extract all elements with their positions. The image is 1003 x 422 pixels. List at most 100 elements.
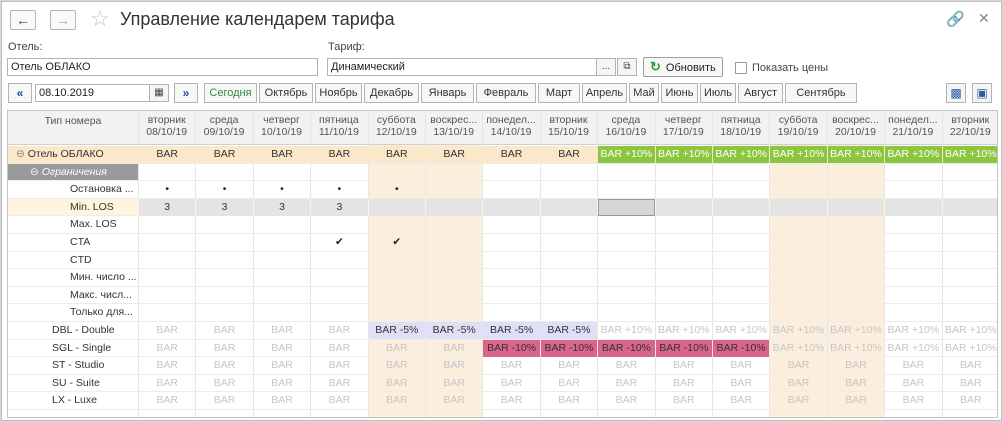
day-header[interactable]: пятница 18/10/19 [712,114,769,144]
rate-cell[interactable]: BAR [369,392,425,409]
rate-cell[interactable] [541,181,597,198]
rate-cell[interactable] [426,164,482,181]
rate-cell[interactable] [598,198,655,216]
back-button[interactable]: ← [10,10,36,30]
rate-cell[interactable] [483,252,539,269]
rate-cell[interactable]: BAR +10% [827,146,885,163]
table-row[interactable]: Остановка ... • • • • • [8,181,997,199]
collapse-toggle-icon[interactable]: ⊖ [16,148,28,160]
month-button[interactable]: Июнь [661,83,698,103]
rate-cell[interactable]: BAR [598,392,654,409]
rate-cell[interactable]: BAR +10% [885,322,941,339]
rate-cell[interactable] [426,252,482,269]
rate-cell[interactable]: ✔ [311,234,367,251]
month-button[interactable]: Октябрь [259,83,313,103]
rate-cell[interactable]: BAR [311,375,367,392]
rate-cell[interactable] [943,216,997,233]
rate-cell[interactable] [656,234,712,251]
table-row[interactable]: LX - Luxe BAR BAR BAR BAR BAR BAR BAR BAR BAR BAR B… [8,392,997,410]
rate-cell[interactable]: BAR [713,392,769,409]
rate-cell[interactable]: BAR +10% [885,146,942,163]
rate-cell[interactable]: BAR -5% [540,322,598,339]
rate-cell[interactable] [483,198,540,216]
rate-cell[interactable]: BAR [426,357,482,374]
rate-cell[interactable]: BAR [426,392,482,409]
rate-cell[interactable]: BAR [770,357,826,374]
rate-cell[interactable] [885,304,941,321]
month-button[interactable]: Август [738,83,783,103]
month-button[interactable]: Сентябрь [785,83,857,103]
rate-cell[interactable] [369,216,425,233]
month-button[interactable]: Март [538,83,580,103]
rate-cell[interactable]: BAR [254,375,310,392]
rate-cell[interactable]: BAR +10% [655,146,712,163]
day-header[interactable]: среда 16/10/19 [597,114,654,144]
rate-cell[interactable] [770,287,826,304]
rate-cell[interactable]: BAR -10% [483,339,540,357]
refresh-button[interactable]: ↻ Обновить [643,57,723,77]
rate-cell[interactable]: 3 [253,198,311,216]
rate-cell[interactable] [598,181,654,198]
rate-cell[interactable] [139,164,195,181]
rate-cell[interactable] [541,287,597,304]
rate-cell[interactable] [196,216,252,233]
tariff-field[interactable]: Динамический [327,58,597,76]
hotel-field[interactable]: Отель ОБЛАКО [7,58,318,76]
collapse-toggle-icon[interactable]: ⊖ [30,166,42,178]
rate-cell[interactable] [426,216,482,233]
rate-cell[interactable]: BAR -5% [426,322,483,339]
rate-cell[interactable] [713,269,769,286]
rate-cell[interactable]: BAR +10% [598,146,655,163]
rate-cell[interactable]: BAR [828,392,884,409]
rate-cell[interactable] [139,287,195,304]
rate-cell[interactable]: BAR +10% [943,340,997,357]
rate-cell[interactable] [196,164,252,181]
day-header[interactable]: воскрес... 13/10/19 [425,114,482,144]
rate-cell[interactable]: BAR [254,392,310,409]
table-row[interactable]: ⊖ Отель ОБЛАКО BAR BAR BAR BAR BAR BAR BAR BAR BA… [8,146,997,164]
rate-cell[interactable] [541,252,597,269]
rate-cell[interactable]: • [139,181,195,198]
rate-cell[interactable]: ✔ [369,234,425,251]
rate-cell[interactable] [254,304,310,321]
day-header[interactable]: среда 09/10/19 [195,114,252,144]
rate-cell[interactable]: BAR [828,375,884,392]
rate-cell[interactable]: BAR -10% [598,339,655,357]
rate-cell[interactable] [541,164,597,181]
month-button[interactable]: Январь [421,83,474,103]
rate-cell[interactable] [139,269,195,286]
rate-cell[interactable] [311,164,367,181]
rate-cell[interactable] [885,269,941,286]
rate-cell[interactable]: BAR [541,357,597,374]
rate-cell[interactable]: BAR [196,375,252,392]
rate-cell[interactable] [656,287,712,304]
rate-cell[interactable]: • [196,181,252,198]
rate-cell[interactable] [713,181,769,198]
rate-cell[interactable]: BAR [426,340,482,357]
rate-cell[interactable] [483,304,539,321]
rate-cell[interactable]: • [254,181,310,198]
rate-cell[interactable] [541,216,597,233]
rate-cell[interactable] [541,269,597,286]
day-header[interactable]: вторник 15/10/19 [540,114,597,144]
rate-cell[interactable]: BAR +10% [828,322,884,339]
rate-cell[interactable] [311,216,367,233]
rate-cell[interactable]: BAR [311,392,367,409]
rate-cell[interactable] [139,216,195,233]
rate-cell[interactable]: BAR [139,375,195,392]
rate-cell[interactable] [770,269,826,286]
rate-cell[interactable] [311,252,367,269]
rate-cell[interactable] [426,304,482,321]
rate-cell[interactable] [656,164,712,181]
rate-cell[interactable] [943,287,997,304]
rate-cell[interactable] [483,216,539,233]
rate-cell[interactable]: BAR [139,357,195,374]
rate-cell[interactable]: BAR [369,340,425,357]
rate-cell[interactable]: 3 [196,198,253,216]
rate-cell[interactable] [483,287,539,304]
rate-cell[interactable] [713,164,769,181]
rate-cell[interactable] [656,304,712,321]
rate-cell[interactable]: BAR [943,392,997,409]
rate-cell[interactable]: BAR -10% [713,339,770,357]
rate-cell[interactable]: BAR [311,340,367,357]
